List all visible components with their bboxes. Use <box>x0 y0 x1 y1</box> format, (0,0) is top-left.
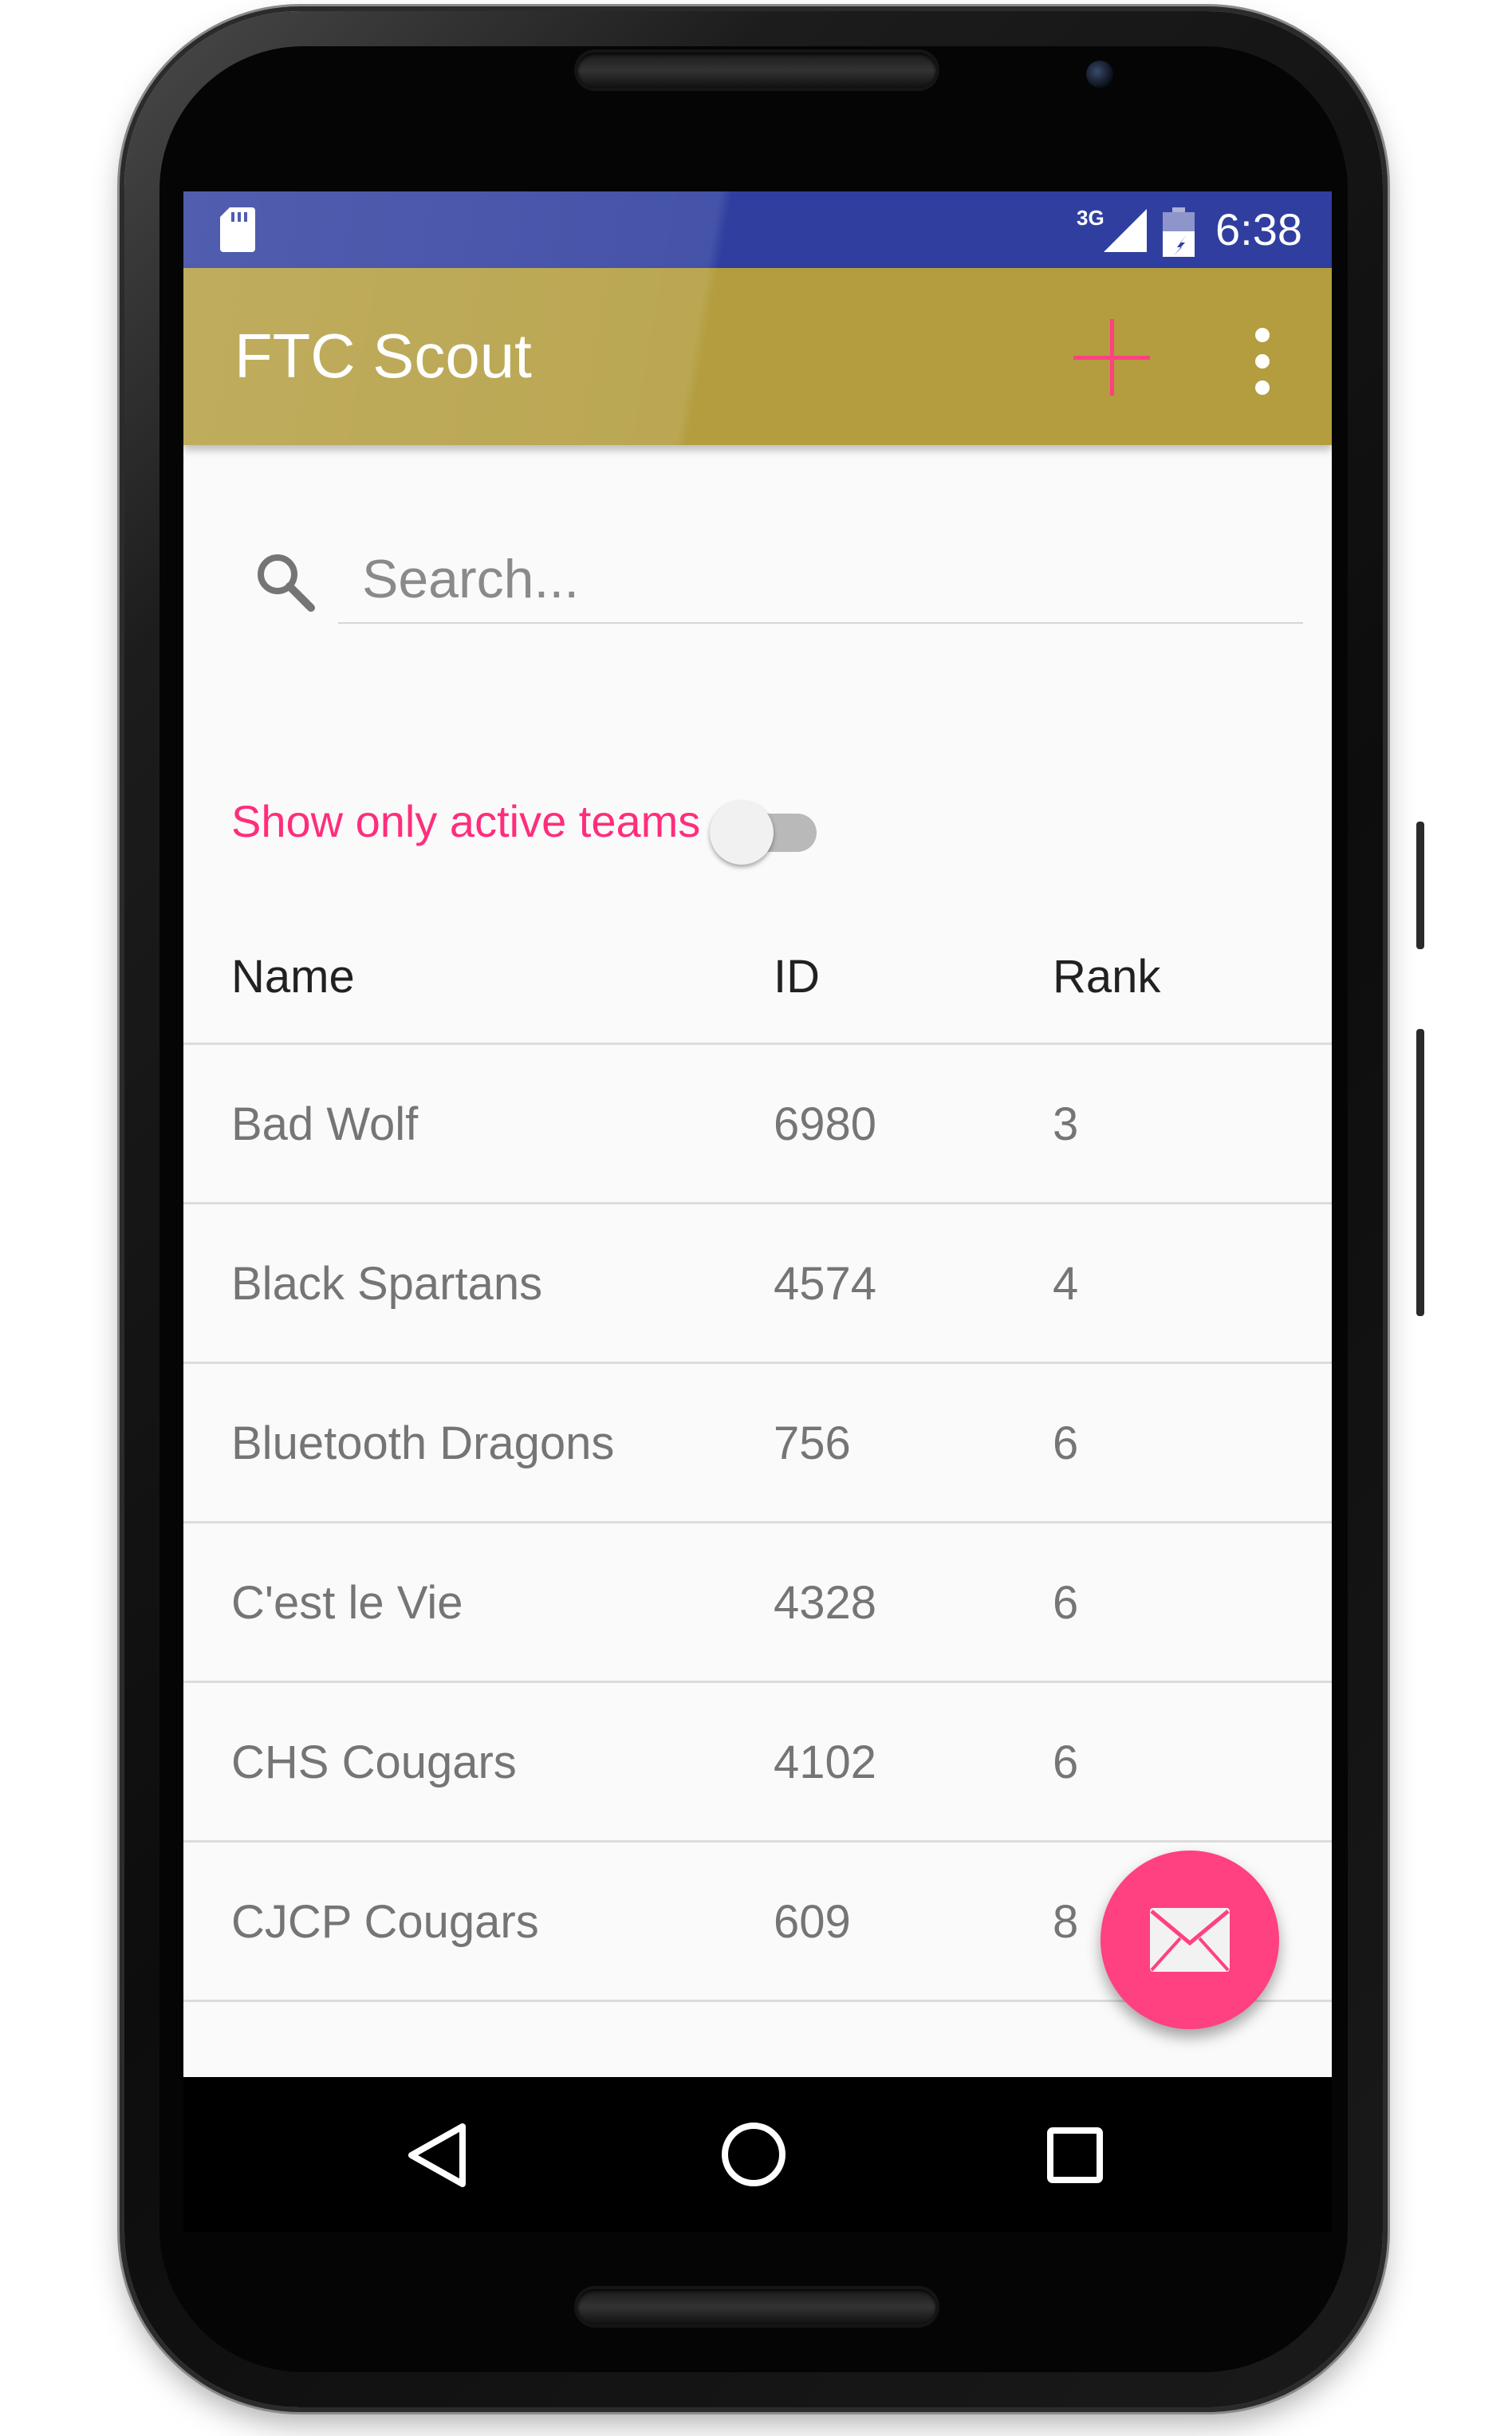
app-title: FTC Scout <box>234 321 532 391</box>
team-name: Bad Wolf <box>231 1098 419 1150</box>
mail-icon <box>1150 1908 1230 1972</box>
network-type-label: 3G <box>1077 206 1104 230</box>
email-fab-button[interactable] <box>1101 1851 1279 2029</box>
front-camera <box>1086 61 1113 88</box>
team-id: 4328 <box>774 1577 877 1629</box>
team-id: 756 <box>774 1417 851 1469</box>
plus-icon[interactable] <box>1073 319 1150 396</box>
app-screen: 3G 6:38 FTC Scout Show only active teams <box>183 191 1332 2232</box>
active-teams-toggle[interactable] <box>710 791 821 865</box>
team-name: Black Spartans <box>231 1258 543 1310</box>
search-icon <box>258 554 315 612</box>
battery-icon <box>1163 207 1195 257</box>
team-name: CHS Cougars <box>231 1736 517 1788</box>
team-name: C'est le Vie <box>231 1577 463 1629</box>
team-rank: 6 <box>1053 1736 1079 1788</box>
table-row[interactable]: Bad Wolf 6980 3 <box>183 1045 1332 1204</box>
team-id: 4574 <box>774 1258 877 1310</box>
recents-icon[interactable] <box>1046 2127 1104 2184</box>
table-row[interactable]: C'est le Vie 4328 6 <box>183 1523 1332 1683</box>
team-rank: 6 <box>1053 1577 1079 1629</box>
team-rank: 4 <box>1053 1258 1079 1310</box>
table-row[interactable]: Bluetooth Dragons 756 6 <box>183 1364 1332 1523</box>
clock: 6:38 <box>1215 204 1302 254</box>
team-rank: 6 <box>1053 1417 1079 1469</box>
team-rank: 8 <box>1053 1896 1079 1948</box>
team-id: 4102 <box>774 1736 877 1788</box>
table-header: Name ID Rank <box>183 909 1332 1045</box>
team-id: 609 <box>774 1896 851 1948</box>
toggle-thumb[interactable] <box>710 801 774 865</box>
sd-card-icon <box>220 207 255 252</box>
table-row[interactable]: CHS Cougars 4102 6 <box>183 1683 1332 1843</box>
volume-button <box>1416 1029 1424 1316</box>
team-id: 6980 <box>774 1098 877 1150</box>
back-icon[interactable] <box>405 2122 469 2189</box>
home-icon[interactable] <box>719 2120 788 2189</box>
earpiece-speaker <box>577 53 936 88</box>
table-row[interactable]: Black Spartans 4574 4 <box>183 1204 1332 1364</box>
search-input[interactable] <box>338 536 1303 624</box>
overflow-menu-icon[interactable] <box>1250 325 1274 397</box>
power-button <box>1416 822 1424 949</box>
app-toolbar: FTC Scout <box>183 268 1332 445</box>
team-rank: 3 <box>1053 1098 1079 1150</box>
status-bar: 3G 6:38 <box>183 191 1332 268</box>
navigation-bar <box>183 2077 1332 2232</box>
team-name: Bluetooth Dragons <box>231 1417 615 1469</box>
column-header-id[interactable]: ID <box>774 909 820 1045</box>
active-teams-filter-label: Show only active teams <box>231 796 701 846</box>
signal-icon: 3G <box>1077 206 1147 252</box>
column-header-name[interactable]: Name <box>231 909 355 1045</box>
bottom-speaker <box>577 2289 936 2324</box>
column-header-rank[interactable]: Rank <box>1053 909 1160 1045</box>
team-name: CJCP Cougars <box>231 1896 539 1948</box>
